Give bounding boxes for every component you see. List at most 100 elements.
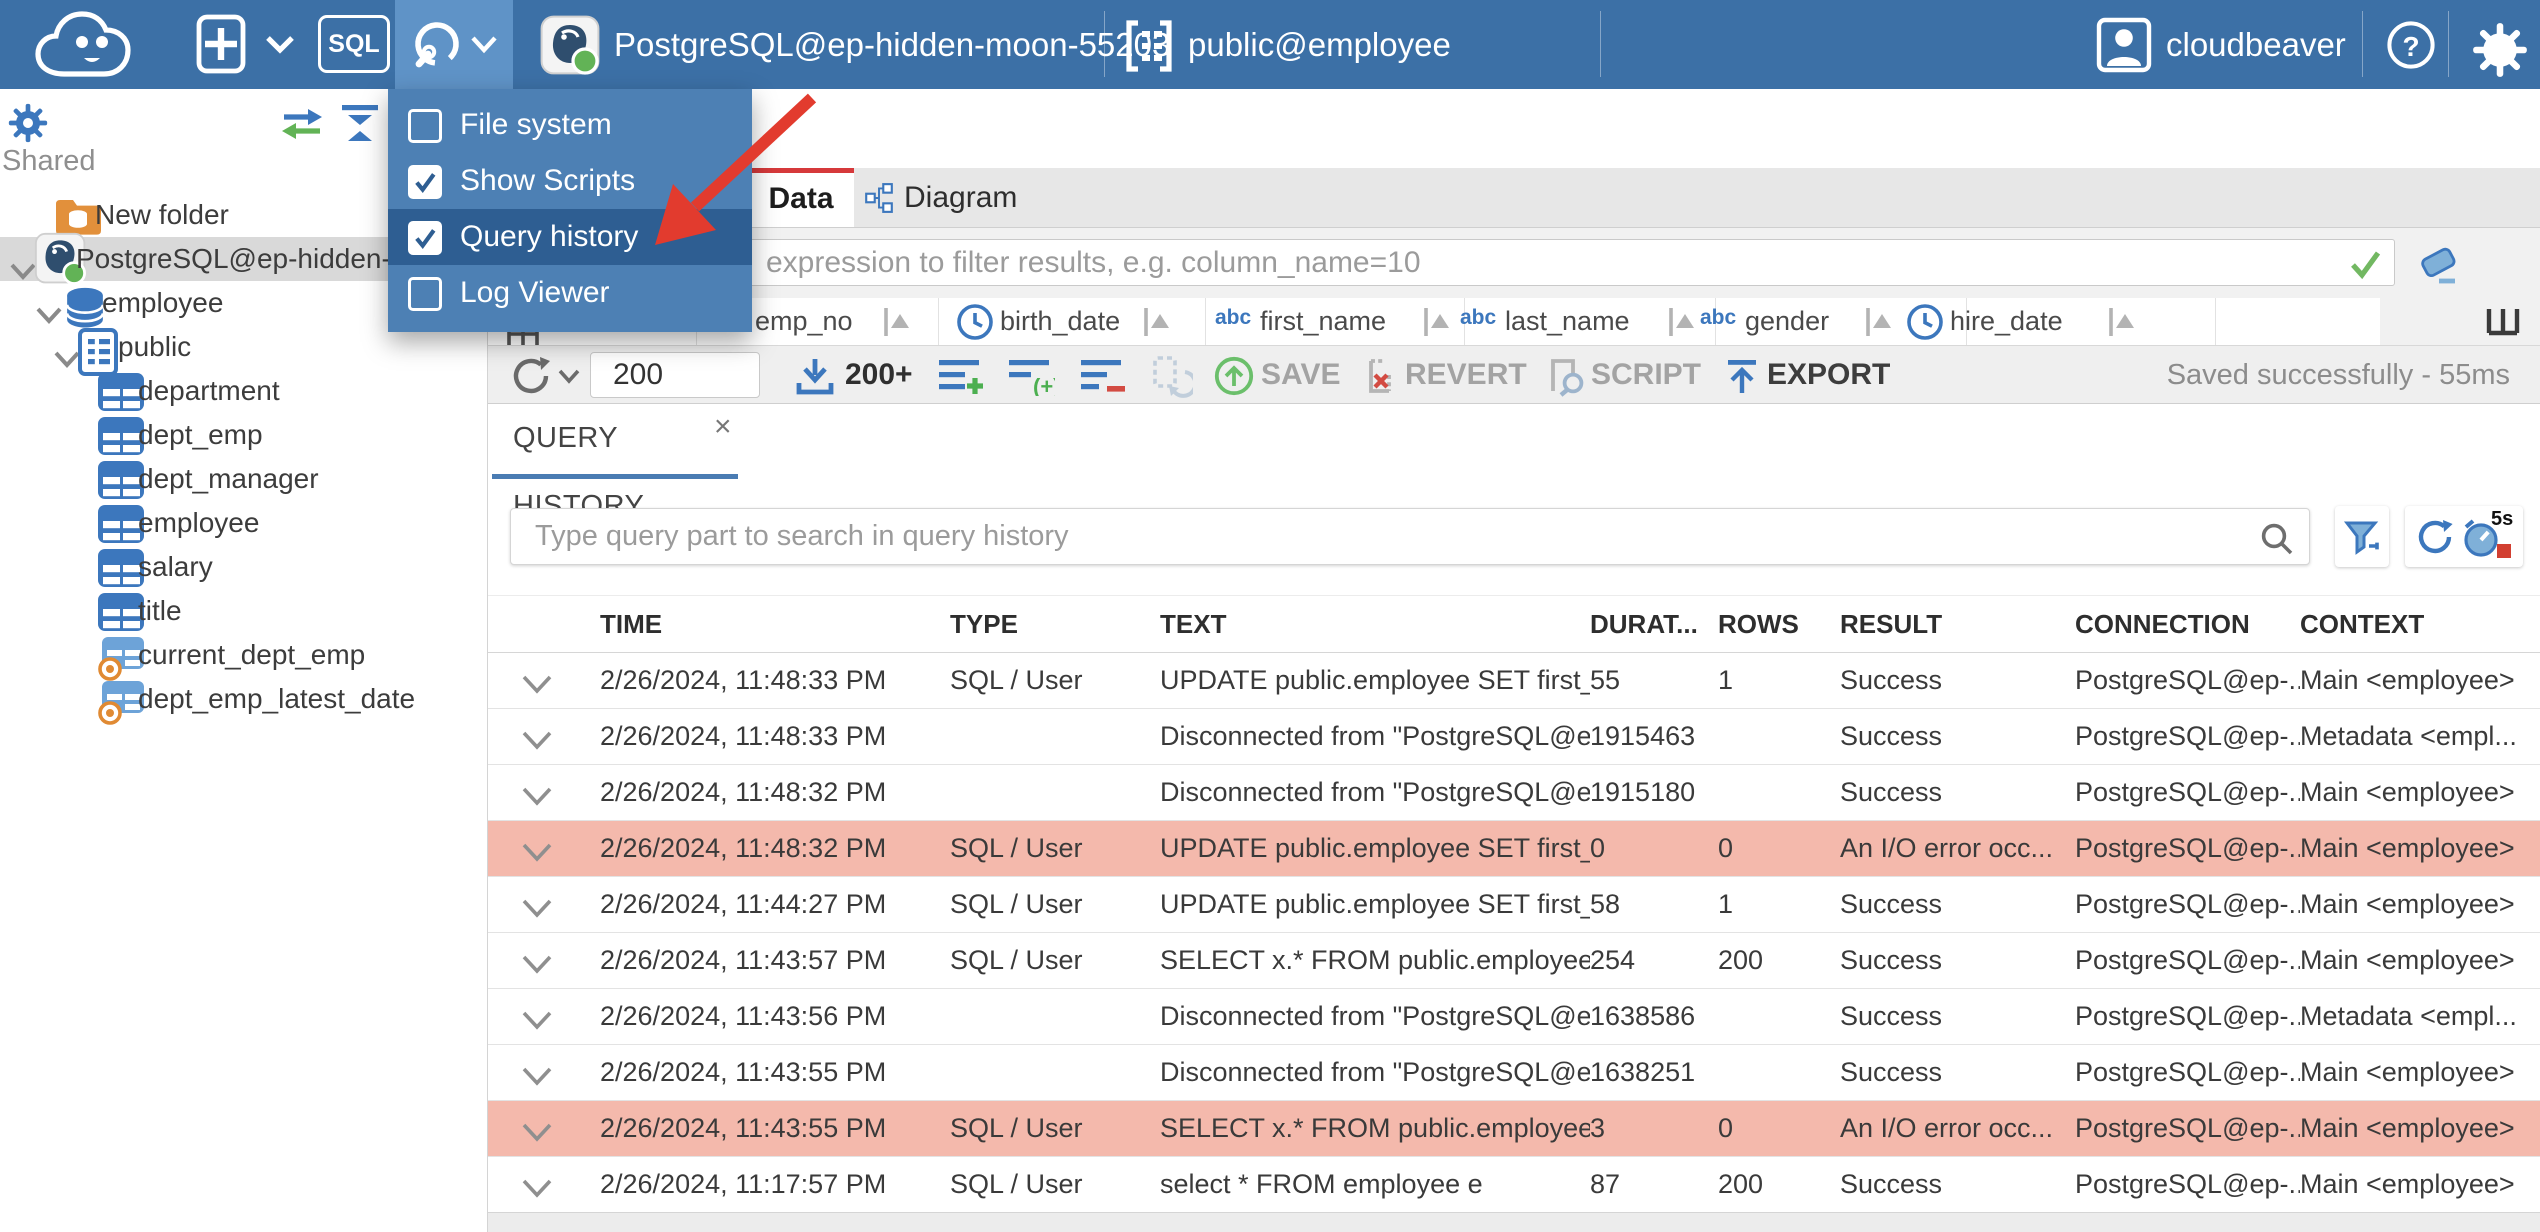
clear-filter-eraser-icon[interactable]	[2417, 242, 2461, 286]
row-expander-icon[interactable]	[510, 709, 600, 764]
settings-button[interactable]	[2466, 16, 2534, 84]
menu-item-label: File system	[460, 108, 612, 141]
row-expander-icon[interactable]	[510, 653, 600, 708]
tools-menu-button[interactable]	[395, 0, 513, 89]
column-name-label: birth_date	[1000, 306, 1121, 336]
stop-timer-icon[interactable]	[2497, 544, 2511, 558]
history-row[interactable]: 2/26/2024, 11:43:56 PM Disconnected from …	[487, 989, 2540, 1045]
tree-item-employee[interactable]: employee	[0, 501, 487, 545]
tree-item-dept-manager[interactable]: dept_manager	[0, 457, 487, 501]
fetch-size-label[interactable]: 200+	[845, 346, 913, 404]
sql-editor-button[interactable]: SQL	[318, 15, 390, 73]
history-column-header-type[interactable]: TYPE	[950, 596, 1160, 652]
history-row[interactable]: 2/26/2024, 11:43:57 PM SQL / User SELECT x…	[487, 933, 2540, 989]
string-type-icon: abc	[1460, 306, 1497, 329]
history-cell-rows	[1718, 765, 1840, 820]
filter-input[interactable]	[501, 240, 2394, 285]
history-row[interactable]: 2/26/2024, 11:48:32 PM Disconnected from …	[487, 765, 2540, 821]
checkbox-unchecked-icon[interactable]	[408, 109, 442, 143]
top-header: SQL PostgreSQL@ep-hidden-moon-55203 publ…	[0, 0, 2540, 89]
history-cell-rows	[1718, 709, 1840, 764]
history-footer-strip	[487, 1212, 2540, 1232]
apply-filter-check-icon[interactable]	[2348, 248, 2382, 280]
tree-item-dept-emp-latest-date[interactable]: dept_emp_latest_date	[0, 677, 487, 725]
history-cell-duration: 3	[1590, 1113, 1606, 1143]
row-expander-icon[interactable]	[510, 989, 600, 1044]
menu-item-query-history[interactable]: Query history	[388, 209, 752, 265]
tab-data[interactable]: Data	[748, 168, 854, 227]
duplicate-row-icon[interactable]: (+)	[1007, 356, 1055, 396]
collapse-all-icon[interactable]	[338, 103, 382, 143]
tab-diagram[interactable]: Diagram	[854, 168, 1029, 227]
history-row[interactable]: 2/26/2024, 11:43:55 PM SQL / User SELECT x…	[487, 1101, 2540, 1157]
sort-indicator-icon[interactable]	[880, 304, 910, 340]
tree-item-label: public	[118, 331, 192, 362]
history-cell-text: UPDATE public.employee SET first_...	[1160, 889, 1590, 919]
refresh-icon[interactable]	[509, 354, 553, 398]
row-expander-icon[interactable]	[510, 1101, 600, 1156]
tree-item-salary[interactable]: salary	[0, 545, 487, 589]
tree-item-title[interactable]: title	[0, 589, 487, 633]
new-object-button[interactable]	[196, 14, 298, 74]
history-row[interactable]: 2/26/2024, 11:43:55 PM Disconnected from …	[487, 1045, 2540, 1101]
tree-item-dept-emp[interactable]: dept_emp	[0, 413, 487, 457]
history-column-header-durat[interactable]: DURAT...	[1590, 596, 1718, 652]
checkbox-unchecked-icon[interactable]	[408, 277, 442, 311]
history-cell-duration: 254	[1590, 945, 1636, 975]
export-icon[interactable]	[1721, 355, 1763, 397]
script-button[interactable]: SCRIPT	[1591, 346, 1701, 404]
delete-row-icon[interactable]	[1079, 356, 1127, 396]
help-button[interactable]: ?	[2386, 20, 2436, 70]
row-expander-icon[interactable]	[510, 1045, 600, 1100]
row-expander-icon[interactable]	[510, 933, 600, 988]
history-row[interactable]: 2/26/2024, 11:48:33 PM SQL / User UPDATE p…	[487, 653, 2540, 709]
add-row-icon[interactable]	[937, 356, 985, 396]
menu-item-show-scripts[interactable]: Show Scripts	[388, 153, 752, 209]
history-row[interactable]: 2/26/2024, 11:48:33 PM Disconnected from …	[487, 709, 2540, 765]
tab-diagram-label: Diagram	[904, 181, 1018, 214]
script-icon[interactable]	[1545, 355, 1587, 397]
fetch-page-icon[interactable]	[793, 355, 837, 397]
auto-refresh-icon[interactable]	[1149, 354, 1193, 398]
tree-item-department[interactable]: department	[0, 369, 487, 413]
refresh-chevron-icon[interactable]	[557, 368, 581, 384]
history-column-header-result[interactable]: RESULT	[1840, 596, 2075, 652]
sort-indicator-icon[interactable]	[1140, 304, 1170, 340]
sort-indicator-icon[interactable]	[1862, 304, 1892, 340]
history-cell-duration: 0	[1590, 833, 1606, 863]
menu-item-log-viewer[interactable]: Log Viewer	[388, 265, 752, 321]
tree-item-current-dept-emp[interactable]: current_dept_emp	[0, 633, 487, 681]
history-column-header-rows[interactable]: ROWS	[1718, 596, 1840, 652]
row-expander-icon[interactable]	[510, 1157, 600, 1212]
sort-indicator-icon[interactable]	[2105, 304, 2135, 340]
grid-panels-icon[interactable]	[2483, 303, 2523, 341]
row-expander-icon[interactable]	[510, 765, 600, 820]
history-column-header-connection[interactable]: CONNECTION	[2075, 596, 2300, 652]
tab-query-history[interactable]: QUERY HISTORY ×	[492, 404, 738, 522]
history-search-input[interactable]	[511, 509, 2309, 564]
save-icon[interactable]	[1213, 355, 1255, 397]
history-row[interactable]: 2/26/2024, 11:48:32 PM SQL / User UPDATE p…	[487, 821, 2540, 877]
history-column-header-text[interactable]: TEXT	[1160, 596, 1590, 652]
row-expander-icon[interactable]	[510, 877, 600, 932]
sync-connection-icon[interactable]	[278, 103, 326, 143]
save-button[interactable]: SAVE	[1261, 346, 1340, 404]
history-refresh-icon[interactable]	[2415, 517, 2455, 557]
history-filter-button[interactable]	[2335, 506, 2389, 567]
history-column-header-time[interactable]: TIME	[600, 596, 950, 652]
sidebar-settings-gear-icon[interactable]	[8, 103, 48, 143]
revert-icon[interactable]	[1359, 355, 1401, 397]
sort-indicator-icon[interactable]	[1665, 304, 1695, 340]
close-tab-icon[interactable]: ×	[714, 412, 732, 442]
revert-button[interactable]: REVERT	[1405, 346, 1527, 404]
sort-indicator-icon[interactable]	[1420, 304, 1450, 340]
menu-item-file-system[interactable]: File system	[388, 97, 752, 153]
export-button[interactable]: EXPORT	[1767, 346, 1890, 404]
checkbox-checked-icon[interactable]	[408, 221, 442, 255]
history-row[interactable]: 2/26/2024, 11:44:27 PM SQL / User UPDATE p…	[487, 877, 2540, 933]
row-limit-input[interactable]	[591, 353, 759, 397]
history-column-header-context[interactable]: CONTEXT	[2300, 596, 2540, 652]
history-row[interactable]: 2/26/2024, 11:17:57 PM SQL / User select *…	[487, 1157, 2540, 1213]
checkbox-checked-icon[interactable]	[408, 165, 442, 199]
row-expander-icon[interactable]	[510, 821, 600, 876]
